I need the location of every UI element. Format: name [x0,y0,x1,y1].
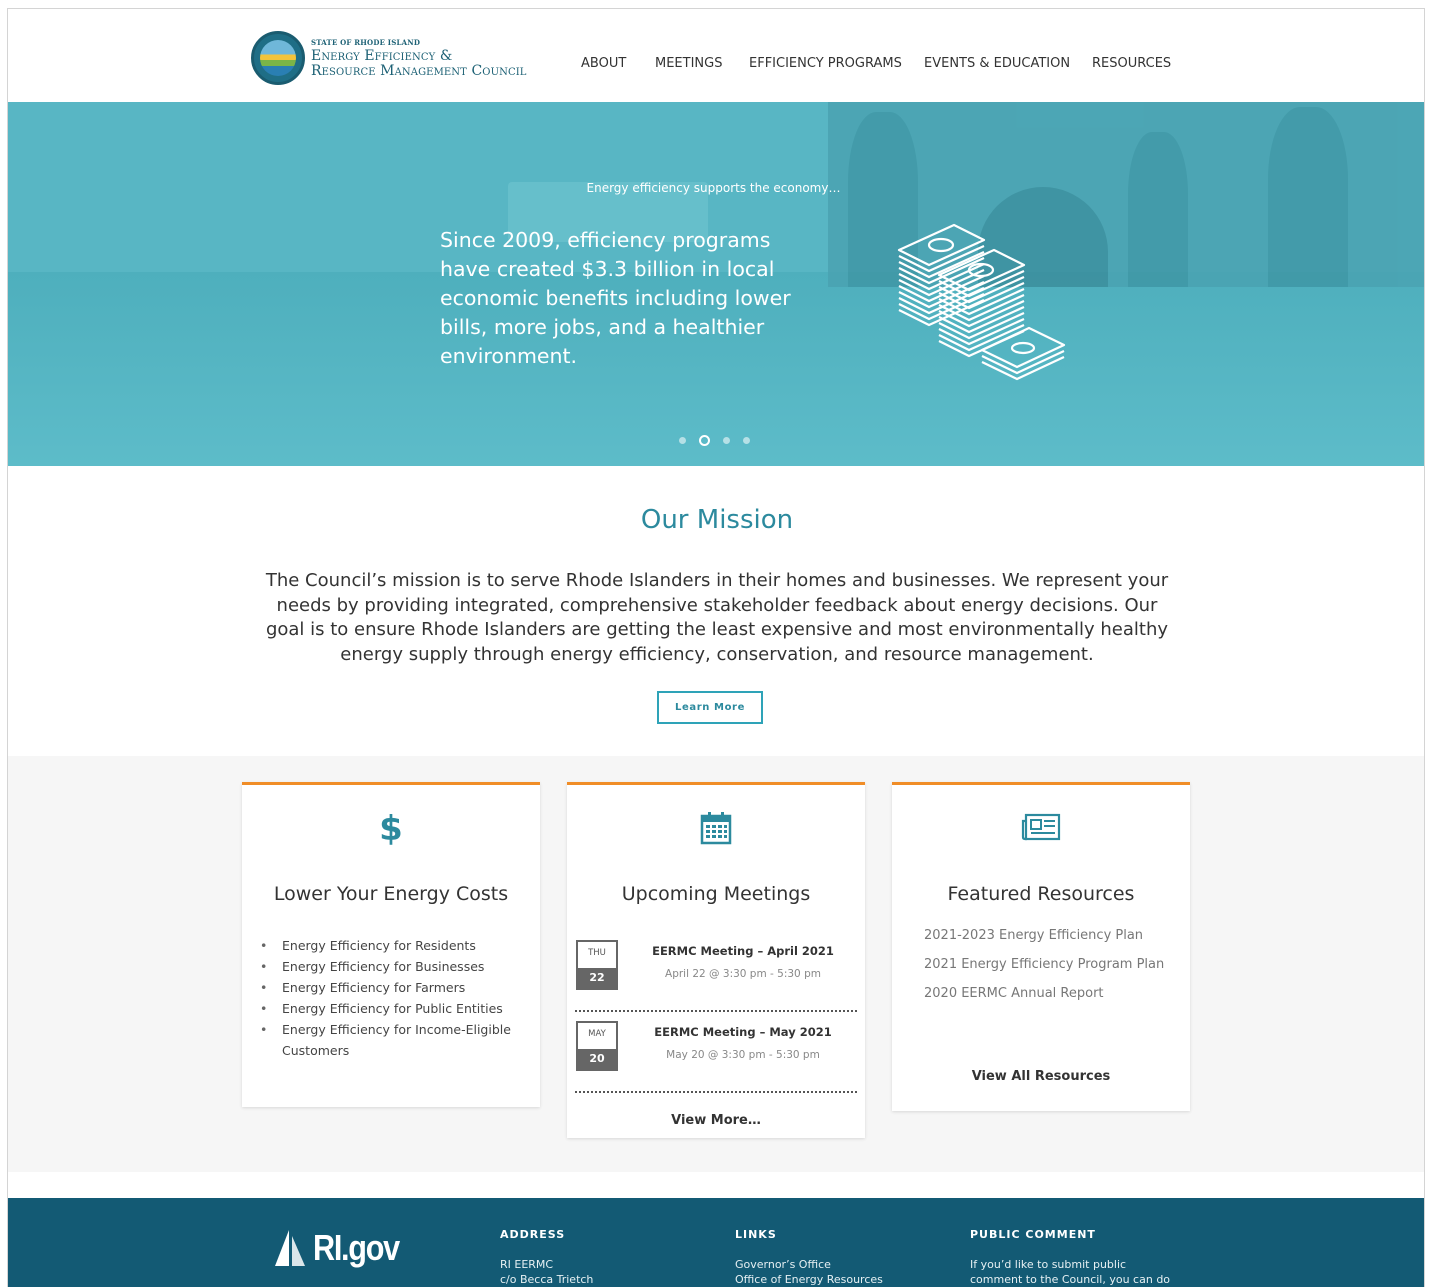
meeting-item[interactable]: THU 22 EERMC Meeting – April 2021 April … [575,940,857,1012]
learn-more-button[interactable]: Learn More [657,691,763,724]
money-stack-icon [897,223,1066,381]
meeting-title[interactable]: EERMC Meeting – May 2021 [629,1025,857,1039]
costs-list: Energy Efficiency for Residents Energy E… [260,935,520,1061]
footer-link-governors-office[interactable]: Governor’s Office [735,1257,883,1272]
footer-address: ADDRESS RI EERMC c/o Becca Trietch [500,1228,594,1286]
page: STATE OF RHODE ISLAND Energy Efficiency … [7,8,1425,1287]
view-more-meetings-link[interactable]: View More… [567,1113,865,1128]
nav-about[interactable]: ABOUT [581,56,626,71]
mission-title: Our Mission [640,505,794,535]
meeting-title[interactable]: EERMC Meeting – April 2021 [629,944,857,958]
rigov-logo[interactable]: RI.gov [273,1228,414,1268]
site-footer: RI.gov ADDRESS RI EERMC c/o Becca Trietc… [8,1198,1424,1287]
slider-dots [679,435,750,446]
nav-meetings[interactable]: MEETINGS [655,56,722,71]
slider-dot-4[interactable] [743,437,750,444]
slider-dot-1[interactable] [679,437,686,444]
resource-link[interactable]: 2021 Energy Efficiency Program Plan [924,957,1164,972]
dollar-icon: $ [379,809,403,849]
costs-link-businesses[interactable]: Energy Efficiency for Businesses [260,956,520,977]
nav-events-education[interactable]: EVENTS & EDUCATION [924,56,1070,71]
footer-public-comment: PUBLIC COMMENT If you’d like to submit p… [970,1228,1171,1286]
meeting-item[interactable]: MAY 20 EERMC Meeting – May 2021 May 20 @… [575,1021,857,1093]
card-upcoming-meetings: Upcoming Meetings THU 22 EERMC Meeting –… [567,782,865,1138]
mission-body: The Council’s mission is to serve Rhode … [265,570,1169,665]
nav-efficiency-programs[interactable]: EFFICIENCY PROGRAMS [749,56,902,71]
costs-link-income-eligible[interactable]: Energy Efficiency for Income-Eligible Cu… [260,1019,520,1061]
card-lower-energy-costs: $ Lower Your Energy Costs Energy Efficie… [242,782,540,1107]
card-title: Upcoming Meetings [621,883,811,905]
card-title: Lower Your Energy Costs [273,883,509,905]
resource-link[interactable]: 2020 EERMC Annual Report [924,986,1104,1001]
hero-kicker: Energy efficiency supports the economy… [586,181,841,195]
costs-link-residents[interactable]: Energy Efficiency for Residents [260,935,520,956]
logo-state-label: STATE OF RHODE ISLAND [311,37,421,47]
main-nav: ABOUT MEETINGS EFFICIENCY PROGRAMS EVENT… [8,56,1424,76]
hero-slider[interactable]: Energy efficiency supports the economy… … [8,102,1424,466]
calendar-icon [567,809,865,849]
date-badge: MAY 20 [576,1021,618,1071]
site-header: STATE OF RHODE ISLAND Energy Efficiency … [8,9,1424,102]
sail-icon [275,1230,305,1266]
costs-link-farmers[interactable]: Energy Efficiency for Farmers [260,977,520,998]
date-badge: THU 22 [576,940,618,990]
card-featured-resources: Featured Resources 2021-2023 Energy Effi… [892,782,1190,1111]
footer-link-office-energy-resources[interactable]: Office of Energy Resources [735,1272,883,1287]
costs-link-public-entities[interactable]: Energy Efficiency for Public Entities [260,998,520,1019]
nav-resources[interactable]: RESOURCES [1092,56,1171,71]
footer-links: LINKS Governor’s Office Office of Energy… [735,1228,883,1287]
resource-link[interactable]: 2021-2023 Energy Efficiency Plan [924,928,1143,943]
hero-text: Since 2009, efficiency programs have cre… [440,228,791,368]
view-all-resources-link[interactable]: View All Resources [892,1069,1190,1084]
slider-dot-2[interactable] [699,435,710,446]
meeting-time: May 20 @ 3:30 pm - 5:30 pm [666,1049,820,1061]
meeting-time: April 22 @ 3:30 pm - 5:30 pm [665,968,821,980]
newspaper-icon [892,809,1190,847]
slider-dot-3[interactable] [723,437,730,444]
card-title: Featured Resources [947,883,1135,905]
